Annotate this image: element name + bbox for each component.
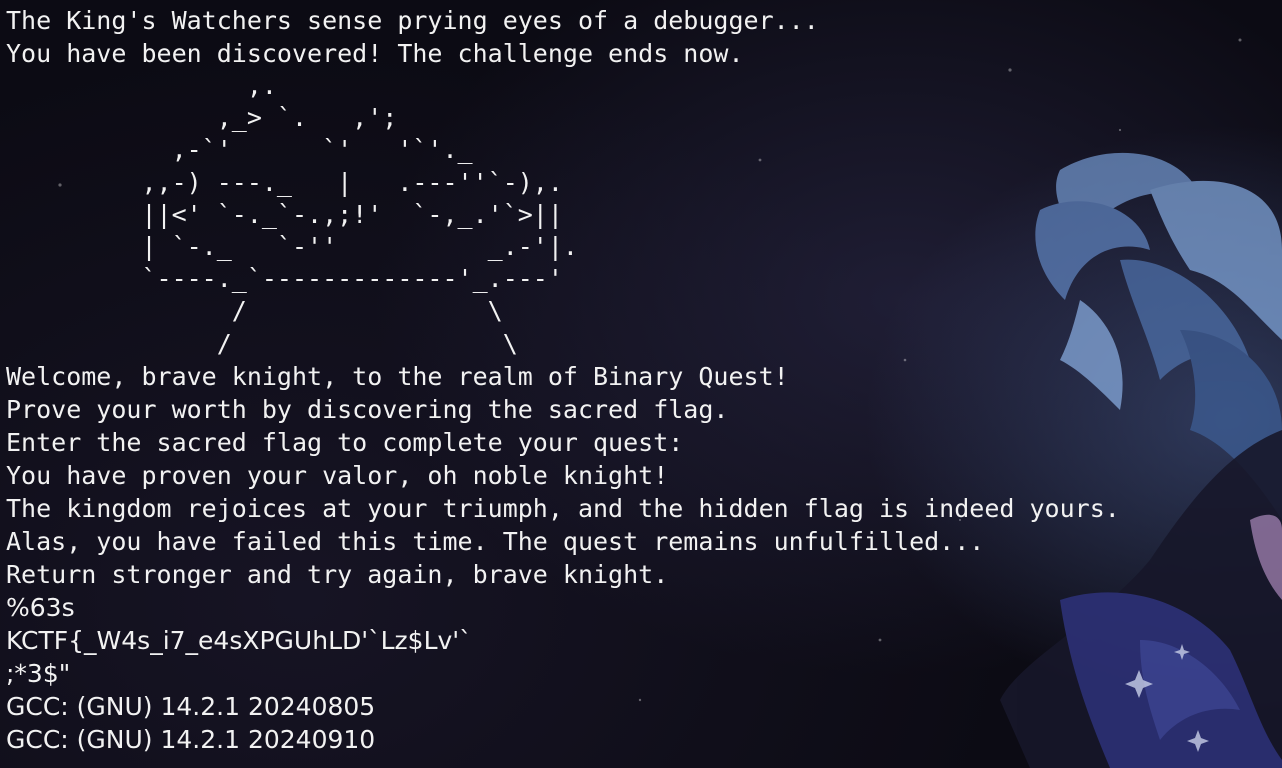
debugger-warning-line: The King's Watchers sense prying eyes of…	[6, 6, 819, 35]
ascii-art-castle: ,. ,_> `. ,'; ,-`' `' '`'._ ,,-) ---._ |…	[141, 71, 578, 358]
garbage-string-line: ;*3$"	[6, 658, 71, 688]
discovered-line: You have been discovered! The challenge …	[6, 39, 744, 68]
prove-worth-line: Prove your worth by discovering the sacr…	[6, 394, 729, 424]
gcc-version-line-1: GCC: (GNU) 14.2.1 20240805	[6, 691, 376, 721]
gcc-version-line-2: GCC: (GNU) 14.2.1 20240910	[6, 724, 376, 754]
enter-flag-prompt-line: Enter the sacred flag to complete your q…	[6, 427, 684, 457]
format-string-line: %63s	[6, 592, 75, 622]
terminal-output[interactable]: The King's Watchers sense prying eyes of…	[6, 4, 1282, 756]
kingdom-rejoices-line: The kingdom rejoices at your triumph, an…	[6, 493, 1120, 523]
success-line: You have proven your valor, oh noble kni…	[6, 460, 669, 490]
welcome-line: Welcome, brave knight, to the realm of B…	[6, 361, 789, 391]
try-again-line: Return stronger and try again, brave kni…	[6, 559, 669, 589]
failure-line: Alas, you have failed this time. The que…	[6, 526, 985, 556]
flag-string-line: KCTF{_W4s_i7_e4sXPGUhLD'`Lz$Lv'`	[6, 625, 472, 655]
